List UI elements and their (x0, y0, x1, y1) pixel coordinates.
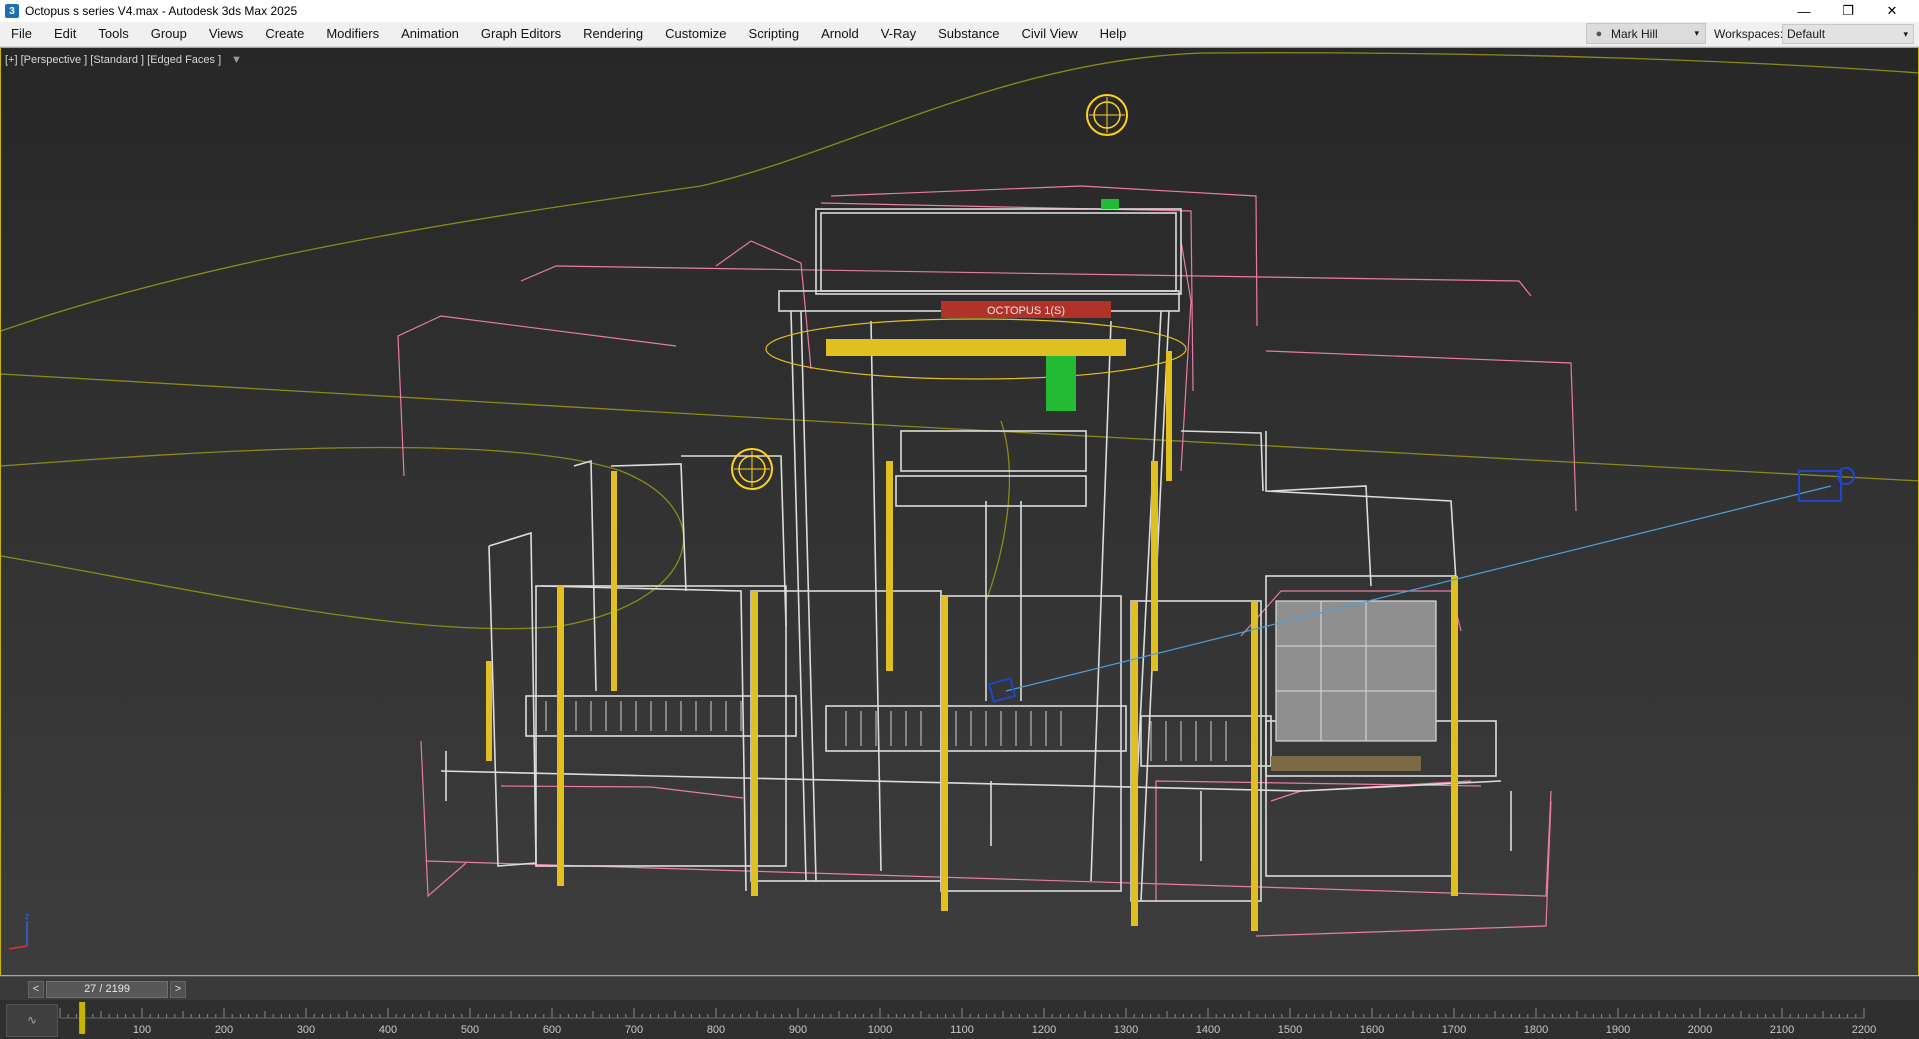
prev-frame-button[interactable]: < (28, 981, 44, 998)
conveyor-rollers (545, 701, 1227, 761)
track-label: 1100 (950, 1024, 974, 1036)
track-label: 600 (543, 1024, 561, 1036)
close-button[interactable]: ✕ (1869, 0, 1915, 22)
chevron-down-icon: ▾ (1903, 29, 1908, 39)
track-ruler: 100 200 300 400 500 600 700 800 900 1000 1100 1200 1… (59, 1002, 1876, 1036)
green-helper (1101, 199, 1119, 209)
svg-text:z: z (25, 911, 30, 921)
track-label: 1800 (1524, 1024, 1548, 1036)
menu-create[interactable]: Create (254, 22, 315, 46)
menu-help[interactable]: Help (1089, 22, 1138, 46)
menu-group[interactable]: Group (140, 22, 198, 46)
omni-light[interactable] (1086, 94, 1128, 136)
menu-vray[interactable]: V-Ray (870, 22, 927, 46)
track-label: 1000 (868, 1024, 892, 1036)
camera[interactable] (1798, 467, 1855, 502)
menu-substance[interactable]: Substance (927, 22, 1010, 46)
track-label: 1600 (1360, 1024, 1384, 1036)
user-name: Mark Hill (1611, 26, 1658, 41)
user-icon: ● (1595, 27, 1603, 40)
menu-views[interactable]: Views (198, 22, 254, 46)
track-bar[interactable]: ∿ 100 200 300 400 500 600 700 800 900 1000 1100 120… (0, 1000, 1919, 1039)
menu-graph-editors[interactable]: Graph Editors (470, 22, 572, 46)
filter-icon[interactable]: ▼ (231, 54, 242, 66)
track-label: 500 (461, 1024, 479, 1036)
window-title: Octopus s series V4.max - Autodesk 3ds M… (25, 4, 298, 18)
menu-tools[interactable]: Tools (87, 22, 139, 46)
perspective-viewport[interactable]: [+] [Perspective ] [Standard ] [Edged Fa… (0, 47, 1919, 976)
menu-customize[interactable]: Customize (654, 22, 737, 46)
track-label: 1200 (1032, 1024, 1056, 1036)
motor (1046, 356, 1076, 411)
minimize-button[interactable]: — (1781, 0, 1827, 22)
track-label: 1400 (1196, 1024, 1220, 1036)
menu-file[interactable]: File (0, 22, 43, 46)
omni-light-secondary[interactable] (731, 448, 773, 490)
menu-scripting[interactable]: Scripting (738, 22, 811, 46)
time-slider[interactable]: < 27 / 2199 > (0, 976, 1919, 1001)
menu-animation[interactable]: Animation (390, 22, 470, 46)
machine-sign-text: OCTOPUS 1(S) (987, 305, 1065, 317)
track-label: 400 (379, 1024, 397, 1036)
current-frame-marker (79, 1002, 86, 1034)
track-label: 1700 (1442, 1024, 1466, 1036)
menu-civil-view[interactable]: Civil View (1011, 22, 1089, 46)
track-label: 1300 (1114, 1024, 1138, 1036)
track-label: 2200 (1852, 1024, 1876, 1036)
track-label: 200 (215, 1024, 233, 1036)
menu-arnold[interactable]: Arnold (810, 22, 870, 46)
next-frame-button[interactable]: > (170, 981, 186, 998)
track-label: 700 (625, 1024, 643, 1036)
track-label: 1900 (1606, 1024, 1630, 1036)
track-label: 2100 (1770, 1024, 1794, 1036)
title-bar: 3 Octopus s series V4.max - Autodesk 3ds… (0, 0, 1919, 22)
chevron-down-icon: ▾ (1694, 28, 1699, 38)
bounding-boxes (397, 185, 1577, 937)
track-label: 300 (297, 1024, 315, 1036)
workspaces-label: Workspaces: (1714, 27, 1784, 41)
track-label: 800 (707, 1024, 725, 1036)
app-icon: 3 (5, 4, 19, 18)
frame-counter[interactable]: 27 / 2199 (46, 981, 168, 998)
viewport-label[interactable]: [+] [Perspective ] [Standard ] [Edged Fa… (5, 54, 221, 66)
menu-edit[interactable]: Edit (43, 22, 87, 46)
track-label: 100 (133, 1024, 151, 1036)
workspaces-value: Default (1787, 27, 1826, 41)
menu-rendering[interactable]: Rendering (572, 22, 654, 46)
track-label: 900 (789, 1024, 807, 1036)
restore-button[interactable]: ❐ (1825, 0, 1871, 22)
track-label: 1500 (1278, 1024, 1302, 1036)
scene-geometry[interactable]: OCTOPUS 1(S) z (1, 48, 1918, 975)
workspaces-dropdown[interactable]: Default ▾ (1782, 24, 1914, 44)
axis-gizmo: z (8, 911, 30, 950)
user-account-dropdown[interactable]: ● Mark Hill ▾ (1586, 23, 1706, 44)
pallet-load (1271, 600, 1437, 771)
menu-modifiers[interactable]: Modifiers (315, 22, 390, 46)
track-label: 2000 (1688, 1024, 1712, 1036)
